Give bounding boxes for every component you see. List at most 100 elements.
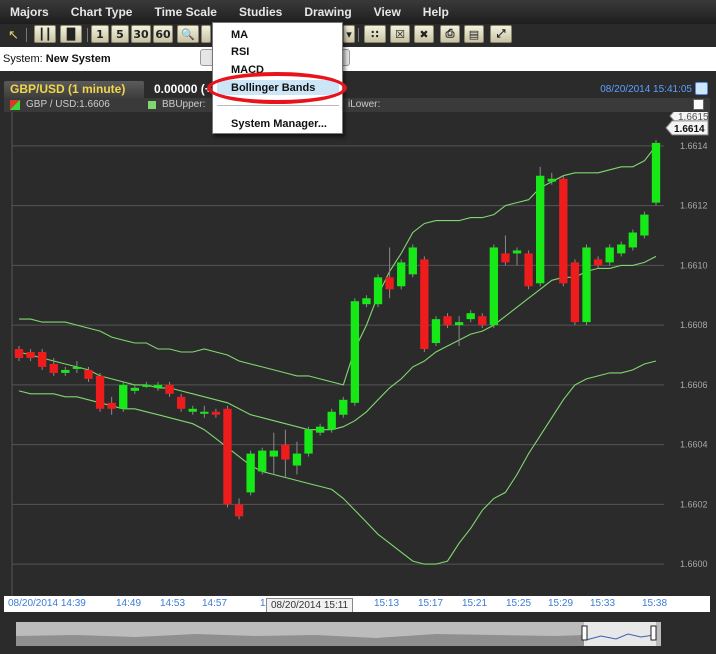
candle-body bbox=[593, 259, 603, 266]
candle bbox=[431, 316, 441, 347]
navigator-window[interactable] bbox=[584, 622, 656, 646]
timescale-5-button[interactable]: 5 bbox=[111, 25, 129, 43]
navigator-overview[interactable] bbox=[16, 622, 661, 646]
menu-studies[interactable]: Studies bbox=[239, 5, 282, 19]
candle bbox=[119, 381, 128, 412]
bb-swatch-icon bbox=[148, 101, 156, 109]
menu-majors[interactable]: Majors bbox=[10, 5, 49, 19]
candle-body bbox=[454, 322, 464, 326]
candle-body bbox=[628, 232, 638, 248]
candle-body bbox=[142, 384, 151, 387]
time-tick: 14:57 bbox=[202, 598, 228, 609]
candle-body bbox=[14, 349, 24, 358]
candle bbox=[408, 244, 417, 278]
minimize-icon[interactable] bbox=[693, 99, 704, 110]
zoom-icon[interactable]: 🔍 bbox=[177, 25, 199, 43]
print-icon[interactable]: ⎙ bbox=[440, 25, 460, 43]
candle-body bbox=[327, 411, 336, 430]
time-crosshair-label: 08/20/2014 15:11 bbox=[266, 598, 354, 613]
candle-body bbox=[385, 277, 394, 290]
legend-bb-upper: BBUpper: bbox=[162, 99, 206, 110]
time-tick: 15:38 bbox=[642, 598, 668, 609]
time-tick: 15:25 bbox=[506, 598, 532, 609]
symbol-icon bbox=[10, 100, 20, 110]
candle-body bbox=[200, 411, 209, 414]
candle-body bbox=[397, 262, 406, 287]
candle bbox=[373, 274, 383, 308]
candle-body bbox=[466, 313, 475, 320]
candle-body bbox=[269, 450, 278, 457]
candle bbox=[246, 450, 255, 496]
candle-body bbox=[559, 178, 568, 284]
timescale-60-button[interactable]: 60 bbox=[153, 25, 173, 43]
candle-body bbox=[292, 453, 302, 466]
candle-body bbox=[153, 384, 163, 388]
candle-body bbox=[408, 247, 417, 275]
remove-selected-icon[interactable]: ☒ bbox=[390, 25, 410, 43]
toolbar-divider bbox=[358, 28, 359, 42]
chart-settings-icon[interactable] bbox=[695, 82, 708, 95]
panel-icon[interactable]: ▤ bbox=[464, 25, 484, 43]
menu-help[interactable]: Help bbox=[423, 5, 449, 19]
candle-body bbox=[258, 450, 267, 472]
candle-body bbox=[165, 384, 174, 394]
navigator[interactable] bbox=[0, 612, 716, 654]
menu-time-scale[interactable]: Time Scale bbox=[154, 5, 216, 19]
candle-body bbox=[95, 375, 105, 409]
timescale-30-button[interactable]: 30 bbox=[131, 25, 151, 43]
candle-body bbox=[211, 411, 221, 415]
candle-body bbox=[524, 253, 533, 287]
candle-body bbox=[640, 214, 649, 236]
menu-drawing[interactable]: Drawing bbox=[304, 5, 351, 19]
time-tick: 15:17 bbox=[418, 598, 444, 609]
navigator-handle-right[interactable] bbox=[650, 625, 657, 641]
price-chart[interactable]: 1.6614 1.6612 1.6610 1.6608 1.6606 1.6604 1.66… bbox=[4, 112, 710, 596]
toolbar-button-partial[interactable] bbox=[201, 25, 211, 43]
candle-body bbox=[315, 426, 325, 433]
candle-body bbox=[37, 352, 47, 367]
studies-system-manager[interactable]: System Manager... bbox=[231, 118, 327, 130]
candle bbox=[582, 244, 591, 326]
candle bbox=[605, 244, 614, 266]
chart-title: GBP/USD (1 minute) bbox=[4, 81, 144, 98]
price-tick-label: 1.6606 bbox=[680, 380, 708, 390]
chart-header: GBP/USD (1 minute) 0.00000 (+ 08/20/2014… bbox=[4, 81, 710, 98]
candle bbox=[559, 175, 568, 287]
pointer-icon[interactable]: ↖ bbox=[8, 27, 19, 43]
candle bbox=[223, 405, 232, 508]
candle-body bbox=[362, 298, 371, 305]
price-tick-label: 1.6612 bbox=[680, 201, 708, 211]
candle bbox=[95, 372, 105, 412]
timescale-1-button[interactable]: 1 bbox=[91, 25, 109, 43]
candle bbox=[489, 244, 499, 329]
candle-body bbox=[478, 316, 487, 326]
studies-item-rsi[interactable]: RSI bbox=[231, 46, 249, 58]
menu-chart-type[interactable]: Chart Type bbox=[71, 5, 133, 19]
change-value: 0.00000 (+ bbox=[154, 82, 212, 96]
candle bbox=[536, 166, 545, 287]
menu-view[interactable]: View bbox=[374, 5, 401, 19]
candle-body bbox=[72, 366, 82, 369]
price-axis: 1.6614 1.6612 1.6610 1.6608 1.6606 1.6604 1.66… bbox=[664, 112, 710, 596]
candle-body bbox=[350, 301, 360, 403]
candle-body bbox=[119, 384, 128, 409]
delete-icon[interactable]: ✖ bbox=[414, 25, 434, 43]
fullscreen-icon[interactable]: ⤢ bbox=[490, 25, 512, 43]
candle-chart-icon[interactable]: ▐▌ bbox=[60, 25, 82, 43]
studies-item-ma[interactable]: MA bbox=[231, 29, 248, 41]
system-name[interactable]: New System bbox=[46, 53, 111, 65]
candle-body bbox=[617, 244, 626, 254]
navigator-handle-left[interactable] bbox=[581, 625, 588, 641]
candle-body bbox=[107, 402, 116, 409]
dropdown-arrow-icon[interactable]: ▾ bbox=[343, 25, 355, 43]
grid-icon[interactable]: ∷ bbox=[364, 25, 386, 43]
candle bbox=[640, 211, 649, 239]
candle-body bbox=[49, 363, 58, 373]
system-label: System: bbox=[3, 53, 43, 65]
candle bbox=[350, 298, 360, 406]
menu-separator bbox=[217, 105, 339, 106]
candle-body bbox=[339, 399, 348, 415]
bar-chart-icon[interactable]: ┃┃ bbox=[34, 25, 56, 43]
time-tick-first: 08/20/2014 14:39 bbox=[8, 598, 86, 609]
candle-body bbox=[223, 408, 232, 505]
